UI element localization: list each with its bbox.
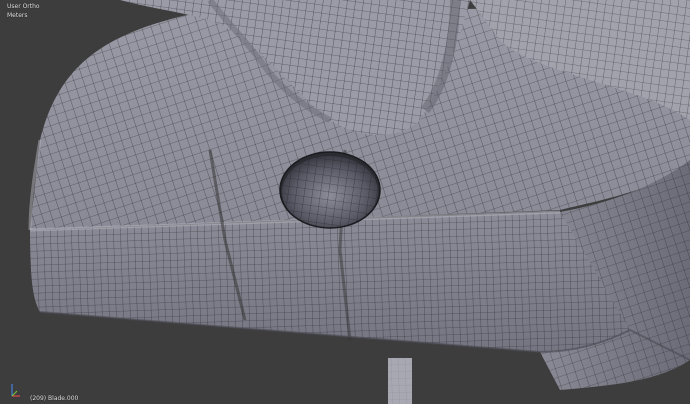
units-label: Meters [7,12,28,19]
object-info-label: (209) Blade.000 [30,395,79,402]
support-post [388,358,412,404]
y-axis-icon [11,390,18,397]
axes-gizmo-icon [11,384,20,397]
view-name-label: User Ortho [7,3,40,10]
mesh-hole [279,151,381,229]
mesh-render [28,0,690,404]
3d-viewport[interactable]: User Ortho Meters (209) Blade.000 [0,0,690,404]
